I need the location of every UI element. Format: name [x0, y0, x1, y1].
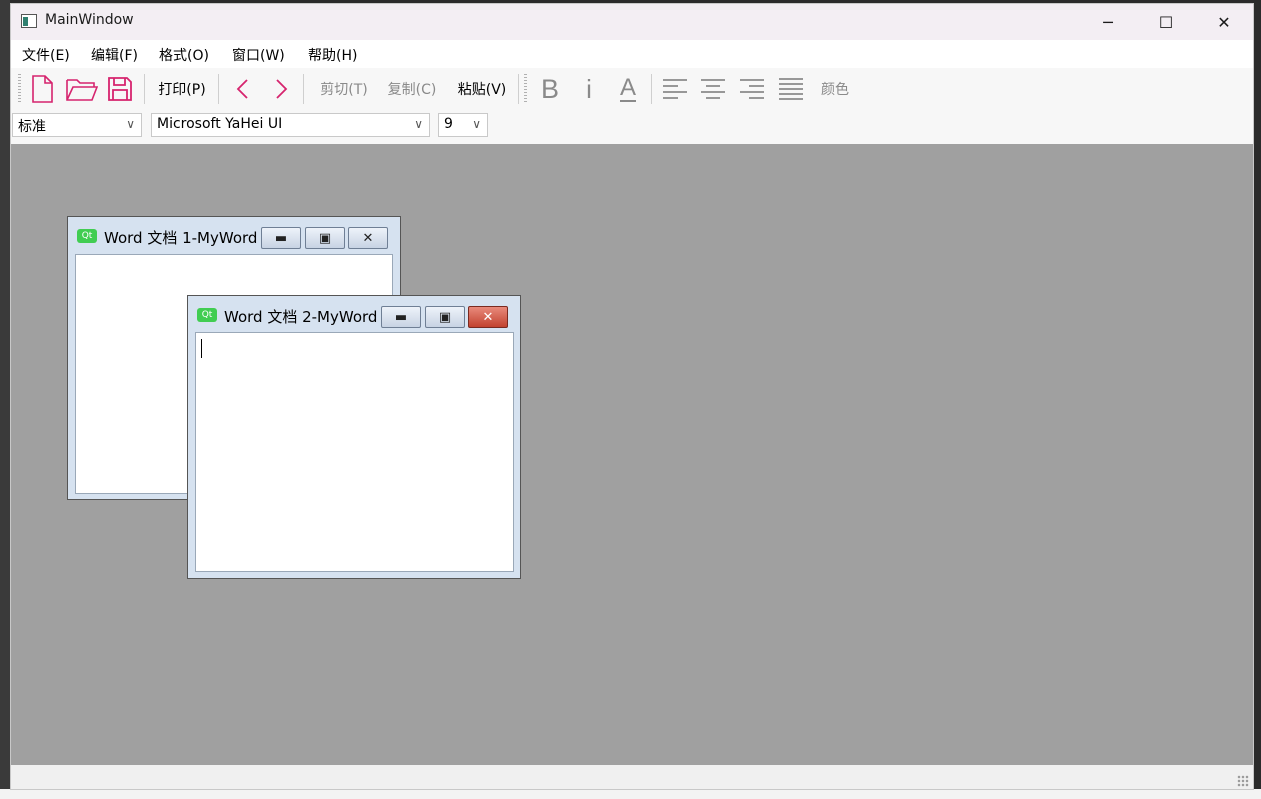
color-button[interactable]: 颜色 [814, 74, 856, 104]
close-button[interactable]: ✕ [1195, 4, 1253, 40]
font-size-combo[interactable]: 9 ∨ [438, 113, 488, 137]
menu-format[interactable]: 格式(O) [159, 45, 209, 65]
qt-icon: Qt [197, 308, 217, 322]
save-icon [108, 77, 132, 101]
copy-button[interactable]: 复制(C) [381, 74, 443, 104]
paste-button[interactable]: 粘贴(V) [451, 74, 513, 104]
toolbar-grip[interactable] [524, 74, 527, 104]
font-value: Microsoft YaHei UI [157, 116, 283, 132]
toolbar-separator [651, 74, 652, 104]
subwindow-title-bar[interactable]: Qt Word 文档 2-MyWord ▬ ▣ ✕ [188, 296, 520, 330]
size-grip[interactable] [1237, 775, 1249, 787]
forward-button[interactable] [266, 74, 296, 104]
title-bar[interactable]: MainWindow ─ ☐ ✕ [11, 4, 1253, 40]
minimize-button[interactable]: ─ [1079, 4, 1137, 40]
main-toolbar: 打印(P) 剪切(T) 复制(C) 粘贴(V) B i A 颜色 [11, 68, 1253, 111]
cut-button[interactable]: 剪切(T) [313, 74, 375, 104]
justify-icon [779, 78, 803, 100]
subwindow-maximize-button[interactable]: ▣ [305, 227, 345, 249]
subwindow-minimize-button[interactable]: ▬ [381, 306, 421, 328]
subwindow-doc2[interactable]: Qt Word 文档 2-MyWord ▬ ▣ ✕ [187, 295, 521, 579]
toolbar-separator [144, 74, 145, 104]
justify-button[interactable] [776, 74, 806, 104]
text-caret [201, 339, 202, 358]
subwindow-close-button[interactable]: ✕ [468, 306, 508, 328]
subwindow-title: Word 文档 2-MyWord [224, 308, 378, 326]
cut-label: 剪切(T) [320, 82, 368, 98]
window-title: MainWindow [45, 12, 134, 28]
chevron-down-icon: ∨ [472, 117, 481, 131]
toolbar-separator [518, 74, 519, 104]
align-right-icon [740, 79, 764, 99]
back-icon [236, 79, 248, 99]
toolbar-separator [218, 74, 219, 104]
save-button[interactable] [105, 74, 135, 104]
desktop-strip [0, 0, 10, 799]
print-label: 打印(P) [158, 82, 206, 98]
underline-button[interactable]: A [613, 74, 643, 104]
copy-label: 复制(C) [387, 82, 437, 98]
open-button[interactable] [64, 74, 100, 104]
italic-icon: i [586, 73, 592, 104]
style-value: 标准 [18, 119, 46, 135]
forward-icon [276, 79, 288, 99]
app-icon [21, 14, 37, 28]
main-window: MainWindow ─ ☐ ✕ 文件(E) 编辑(F) 格式(O) 窗口(W)… [10, 3, 1254, 790]
menu-edit[interactable]: 编辑(F) [91, 45, 138, 65]
format-toolbar: 标准 ∨ Microsoft YaHei UI ∨ 9 ∨ [11, 110, 1253, 144]
menu-bar: 文件(E) 编辑(F) 格式(O) 窗口(W) 帮助(H) [11, 40, 1253, 68]
chevron-down-icon: ∨ [414, 117, 423, 131]
subwindow-close-button[interactable]: ✕ [348, 227, 388, 249]
back-button[interactable] [228, 74, 258, 104]
bold-icon: B [540, 73, 559, 104]
align-right-button[interactable] [737, 74, 767, 104]
subwindow-maximize-button[interactable]: ▣ [425, 306, 465, 328]
desktop-bottom [0, 789, 1261, 799]
underline-icon: A [619, 74, 636, 102]
align-center-button[interactable] [698, 74, 728, 104]
new-file-button[interactable] [27, 74, 57, 104]
open-folder-icon [66, 79, 98, 101]
align-left-button[interactable] [660, 74, 690, 104]
mdi-area[interactable]: Qt Word 文档 1-MyWord ▬ ▣ ✕ Qt Word 文档 2-M… [11, 144, 1253, 765]
chevron-down-icon: ∨ [126, 117, 135, 131]
font-size-value: 9 [444, 116, 453, 132]
status-bar [11, 765, 1253, 789]
toolbar-grip[interactable] [18, 74, 21, 104]
subwindow-title: Word 文档 1-MyWord [104, 229, 258, 247]
bold-button[interactable]: B [535, 74, 565, 104]
font-combo[interactable]: Microsoft YaHei UI ∨ [151, 113, 430, 137]
align-center-icon [701, 79, 725, 99]
new-file-icon [32, 75, 53, 103]
color-label: 颜色 [821, 82, 849, 98]
qt-icon: Qt [77, 229, 97, 243]
maximize-button[interactable]: ☐ [1137, 4, 1195, 40]
document-text-area[interactable] [195, 332, 514, 572]
print-button[interactable]: 打印(P) [153, 74, 211, 104]
subwindow-title-bar[interactable]: Qt Word 文档 1-MyWord ▬ ▣ ✕ [68, 217, 400, 251]
toolbar-separator [303, 74, 304, 104]
paste-label: 粘贴(V) [457, 82, 507, 98]
align-left-icon [663, 79, 687, 99]
menu-help[interactable]: 帮助(H) [308, 45, 357, 65]
subwindow-minimize-button[interactable]: ▬ [261, 227, 301, 249]
menu-file[interactable]: 文件(E) [22, 45, 70, 65]
italic-button[interactable]: i [576, 74, 602, 104]
menu-window[interactable]: 窗口(W) [232, 45, 285, 65]
style-combo[interactable]: 标准 ∨ [12, 113, 142, 137]
